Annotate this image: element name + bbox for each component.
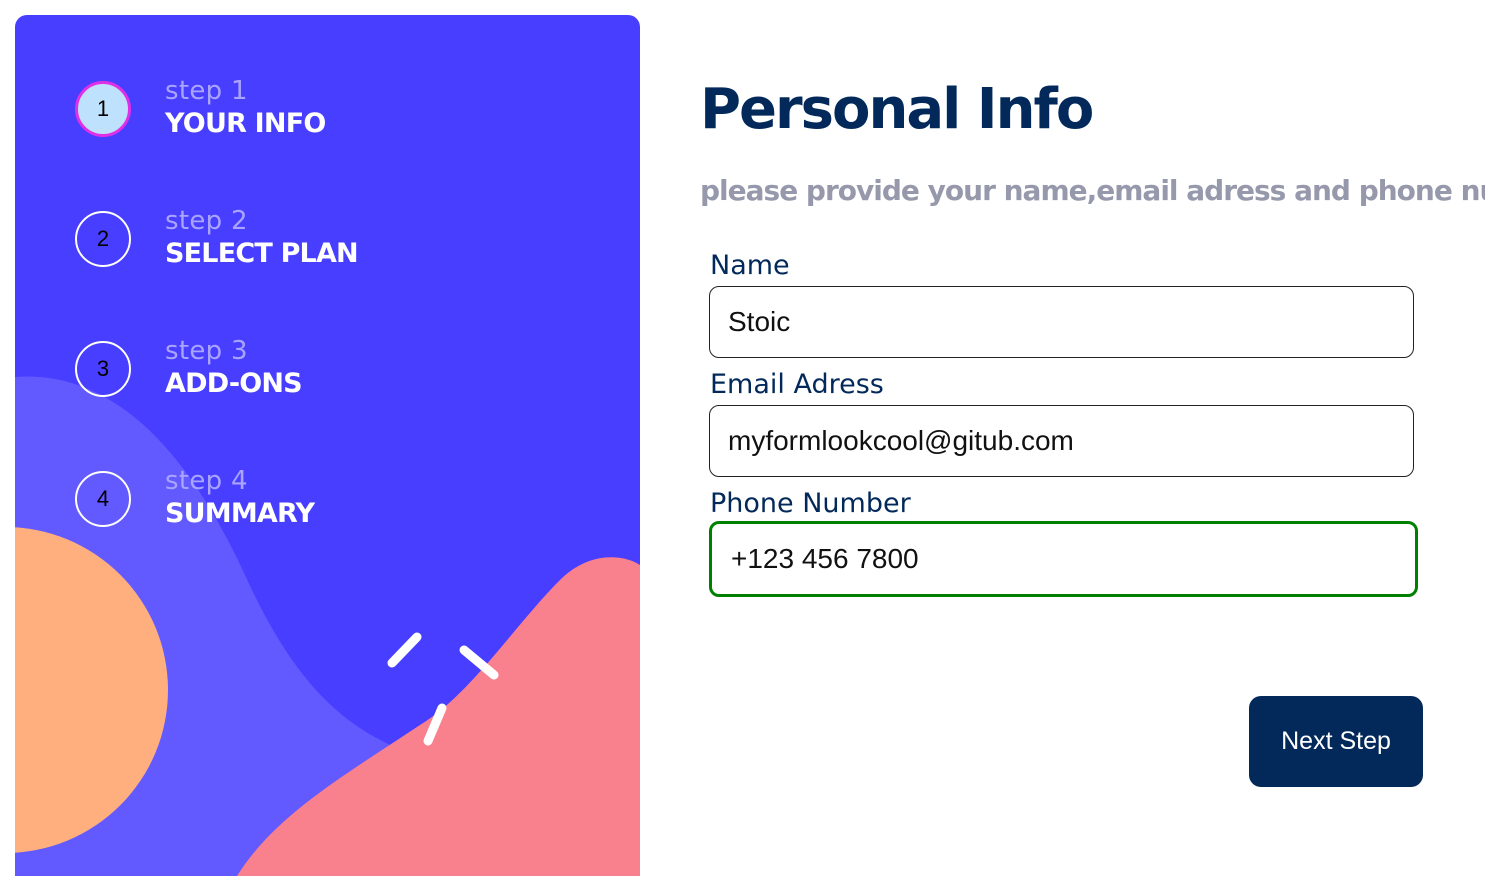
name-label: Name [710, 250, 790, 281]
step-3[interactable]: 3 step 3 ADD-ONS [75, 336, 475, 402]
step-text: step 4 SUMMARY [165, 464, 315, 530]
step-number-circle: 3 [75, 341, 131, 397]
step-number-circle: 4 [75, 471, 131, 527]
step-title: SUMMARY [165, 498, 315, 529]
step-label: step 2 [165, 206, 248, 236]
step-text: step 1 YOUR INFO [165, 74, 326, 140]
step-title: SELECT PLAN [165, 238, 359, 269]
step-label: step 1 [165, 76, 248, 106]
step-text: step 3 ADD-ONS [165, 334, 303, 400]
step-number-circle: 2 [75, 211, 131, 267]
email-input[interactable] [709, 405, 1414, 477]
step-label: step 4 [165, 466, 248, 496]
sidebar: 1 step 1 YOUR INFO 2 step 2 SELECT PLAN … [15, 15, 640, 876]
step-title: YOUR INFO [165, 108, 326, 139]
next-step-button[interactable]: Next Step [1249, 696, 1423, 787]
phone-label: Phone Number [710, 488, 911, 519]
step-1[interactable]: 1 step 1 YOUR INFO [75, 76, 475, 142]
page-title: Personal Info [700, 77, 1094, 142]
sidebar-background-illustration [15, 376, 640, 876]
main-form-panel: Personal Info please provide your name,e… [700, 0, 1485, 876]
page-subtitle: please provide your name,email adress an… [700, 174, 1485, 207]
step-number-circle: 1 [75, 81, 131, 137]
phone-input[interactable] [709, 521, 1418, 597]
step-4[interactable]: 4 step 4 SUMMARY [75, 466, 475, 532]
step-title: ADD-ONS [165, 368, 303, 399]
name-input[interactable] [709, 286, 1414, 358]
email-label: Email Adress [710, 369, 884, 400]
step-text: step 2 SELECT PLAN [165, 204, 359, 270]
step-label: step 3 [165, 336, 248, 366]
step-2[interactable]: 2 step 2 SELECT PLAN [75, 206, 475, 272]
